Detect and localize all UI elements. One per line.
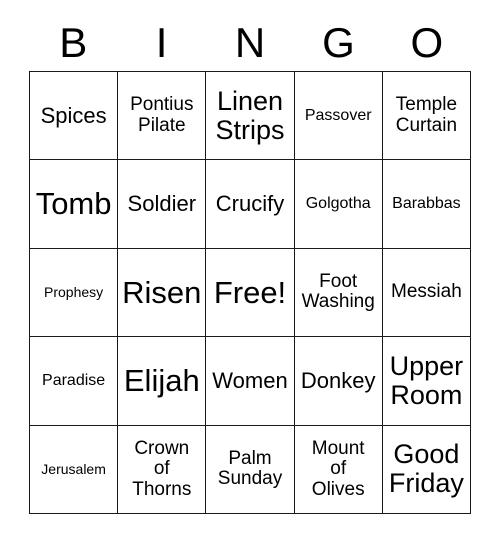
bingo-grid: Spices Pontius Pilate Linen Strips Passover… [29, 71, 471, 514]
bingo-cell[interactable]: Barabbas [382, 160, 471, 249]
bingo-header-letter-n: N [234, 18, 266, 66]
bingo-cell[interactable]: Foot Washing [294, 248, 383, 338]
bingo-cell[interactable]: Spices [30, 72, 119, 161]
bingo-cell-label: Crown of Thorns [132, 437, 192, 500]
bingo-cell-label: Linen Strips [215, 85, 285, 145]
bingo-cell[interactable]: Jerusalem [30, 425, 119, 514]
bingo-cell[interactable]: Palm Sunday [206, 425, 295, 514]
bingo-cell-label: Temple Curtain [395, 94, 458, 136]
bingo-header-letter-g: G [322, 18, 355, 66]
bingo-header-row: BINGO [29, 14, 471, 71]
bingo-header-letter-b: B [59, 18, 88, 66]
bingo-cell[interactable]: Crown of Thorns [118, 425, 207, 514]
bingo-cell[interactable]: Good Friday [382, 425, 471, 514]
bingo-cell[interactable]: Paradise [30, 337, 119, 426]
bingo-cell-label: Foot Washing [301, 270, 375, 313]
bingo-cell-label: Golgotha [305, 195, 371, 213]
bingo-cell-label: Jerusalem [41, 460, 106, 477]
bingo-cell-label: Donkey [300, 368, 376, 394]
bingo-cell-label: Tomb [35, 186, 112, 222]
bingo-cell[interactable]: Women [206, 337, 295, 426]
bingo-cell-label: Risen [122, 274, 202, 310]
bingo-cell[interactable]: Golgotha [294, 160, 383, 249]
bingo-cell-label: Pontius Pilate [130, 94, 194, 136]
bingo-cell-label: Good Friday [388, 439, 464, 499]
bingo-cell[interactable]: Passover [294, 72, 383, 161]
bingo-header-letter-i: I [155, 18, 168, 66]
bingo-cell-label: Passover [304, 107, 372, 125]
bingo-cell[interactable]: Pontius Pilate [118, 72, 207, 161]
bingo-card: B I N G O Spices Pontius Pilate Linen Strips Pa… [0, 0, 500, 544]
bingo-cell-label: Palm Sunday [217, 447, 283, 490]
bingo-cell-label: Elijah [123, 363, 200, 399]
bingo-cell[interactable]: Temple Curtain [382, 72, 471, 161]
bingo-cell-label: Barabbas [392, 195, 461, 213]
bingo-cell[interactable]: Donkey [294, 337, 383, 426]
bingo-cell[interactable]: Upper Room [382, 337, 471, 426]
bingo-cell-label: Upper Room [389, 350, 464, 410]
bingo-cell[interactable]: Messiah [382, 248, 471, 338]
bingo-cell-label: Messiah [391, 281, 462, 303]
bingo-cell[interactable]: Mount of Olives [294, 425, 383, 514]
bingo-cell[interactable]: Soldier [118, 160, 207, 249]
bingo-cell[interactable]: Linen Strips [206, 72, 295, 161]
bingo-cell[interactable]: Tomb [30, 160, 119, 249]
bingo-cell-label: Paradise [42, 372, 106, 390]
bingo-cell[interactable]: Prophesy [30, 248, 119, 338]
bingo-cell-label: Women [212, 368, 288, 394]
bingo-cell-label: Spices [40, 102, 107, 128]
bingo-cell-label: Mount of Olives [311, 437, 365, 500]
bingo-cell[interactable]: Crucify [206, 160, 295, 249]
bingo-free-space[interactable]: Free! [206, 248, 295, 338]
bingo-cell[interactable]: Risen [118, 248, 207, 338]
bingo-cell-label: Prophesy [44, 283, 104, 300]
bingo-header-letter-o: O [410, 18, 444, 66]
bingo-cell-label: Free! [213, 274, 287, 310]
bingo-cell-label: Soldier [127, 191, 197, 217]
bingo-cell-label: Crucify [215, 191, 285, 217]
bingo-cell[interactable]: Elijah [118, 337, 207, 426]
